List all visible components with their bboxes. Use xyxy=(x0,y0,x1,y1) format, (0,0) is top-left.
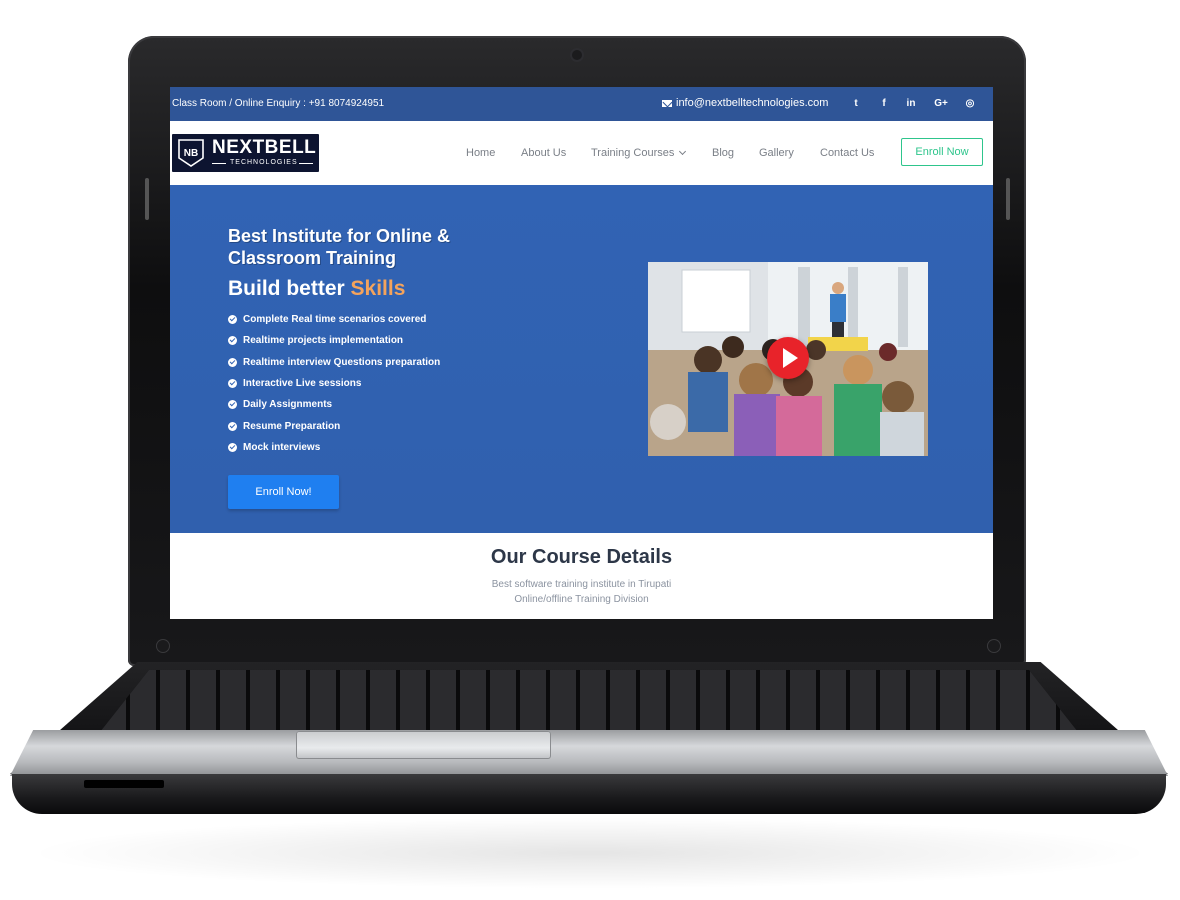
lid-side-slot-right xyxy=(1006,178,1010,220)
hero-subtitle-accent: Skills xyxy=(350,277,406,300)
instagram-icon[interactable]: ◎ xyxy=(963,97,977,111)
check-circle-icon xyxy=(228,400,237,410)
logo-mark-text: NB xyxy=(184,148,198,159)
mail-icon xyxy=(662,99,672,107)
feature-item: Complete Real time scenarios covered xyxy=(228,309,440,330)
webcam xyxy=(572,50,582,60)
feature-item: Resume Preparation xyxy=(228,415,440,436)
laptop-screen: Class Room / Online Enquiry : +91 807492… xyxy=(170,87,993,619)
nav-about-us[interactable]: About Us xyxy=(521,147,566,159)
feature-item: Mock interviews xyxy=(228,437,440,458)
feature-text: Mock interviews xyxy=(243,441,321,453)
feature-text: Resume Preparation xyxy=(243,420,341,432)
course-details-title: Our Course Details xyxy=(490,546,673,568)
keyboard xyxy=(100,670,1078,732)
check-circle-icon xyxy=(228,421,237,431)
nav-training-courses-label: Training Courses xyxy=(591,147,675,159)
check-circle-icon xyxy=(228,442,237,452)
course-details-line1: Best software training institute in Tiru… xyxy=(491,579,672,590)
play-icon[interactable] xyxy=(767,337,809,379)
hero-title: Best Institute for Online & Classroom Tr… xyxy=(228,226,451,268)
nextbell-logo[interactable]: NB NEXTBELL TECHNOLOGIES xyxy=(172,134,319,172)
check-circle-icon xyxy=(228,357,237,367)
logo-line-right xyxy=(299,163,313,164)
laptop-reflection xyxy=(40,818,1140,888)
hinge-dot-left xyxy=(157,640,169,652)
nav-contact-us[interactable]: Contact Us xyxy=(820,147,874,159)
course-details-line2: Online/offline Training Division xyxy=(514,594,649,605)
hero-subtitle-prefix: Build better xyxy=(228,277,345,300)
feature-list: Complete Real time scenarios covered Rea… xyxy=(228,309,440,458)
course-details-section: Our Course Details Best software trainin… xyxy=(170,533,993,619)
google-plus-icon[interactable]: G+ xyxy=(934,97,948,111)
feature-text: Daily Assignments xyxy=(243,399,333,411)
logo-shield-icon: NB xyxy=(178,139,204,167)
check-circle-icon xyxy=(228,379,237,389)
check-circle-icon xyxy=(228,315,237,325)
feature-text: Realtime projects implementation xyxy=(243,335,404,347)
linkedin-icon[interactable]: in xyxy=(904,97,918,111)
logo-sub: TECHNOLOGIES xyxy=(230,159,298,166)
lid-side-slot-left xyxy=(145,178,149,220)
twitter-icon[interactable]: t xyxy=(849,97,863,111)
feature-item: Realtime projects implementation xyxy=(228,330,440,351)
hero-section: Best Institute for Online & Classroom Tr… xyxy=(170,185,993,533)
hinge-dot-right xyxy=(988,640,1000,652)
feature-item: Realtime interview Questions preparation xyxy=(228,352,440,373)
nav-training-courses[interactable]: Training Courses xyxy=(591,147,687,159)
feature-text: Complete Real time scenarios covered xyxy=(243,314,427,326)
feature-text: Realtime interview Questions preparation xyxy=(243,356,441,368)
enquiry-text: Class Room / Online Enquiry : +91 807492… xyxy=(172,98,385,109)
email-link[interactable]: info@nextbelltechnologies.com xyxy=(662,97,828,109)
side-port xyxy=(84,780,164,788)
classroom-video[interactable] xyxy=(648,262,928,456)
logo-line-left xyxy=(212,163,226,164)
nav-gallery[interactable]: Gallery xyxy=(759,147,794,159)
logo-name: NEXTBELL xyxy=(212,137,317,158)
chevron-down-icon xyxy=(679,147,687,156)
palmrest xyxy=(10,730,1168,776)
facebook-icon[interactable]: f xyxy=(877,97,891,111)
check-circle-icon xyxy=(228,336,237,346)
enroll-now-button[interactable]: Enroll Now xyxy=(901,138,983,166)
feature-item: Interactive Live sessions xyxy=(228,373,440,394)
feature-item: Daily Assignments xyxy=(228,394,440,415)
top-info-bar: Class Room / Online Enquiry : +91 807492… xyxy=(170,87,993,121)
feature-text: Interactive Live sessions xyxy=(243,378,362,390)
main-navbar: NB NEXTBELL TECHNOLOGIES Home About Us T… xyxy=(170,121,993,185)
laptop-bottom-edge xyxy=(12,774,1166,814)
trackpad xyxy=(296,731,551,759)
hero-enroll-button[interactable]: Enroll Now! xyxy=(228,475,339,509)
email-text: info@nextbelltechnologies.com xyxy=(676,97,829,109)
nav-home[interactable]: Home xyxy=(466,147,495,159)
hero-subtitle: Build better Skills xyxy=(228,277,405,301)
nav-blog[interactable]: Blog xyxy=(712,147,734,159)
